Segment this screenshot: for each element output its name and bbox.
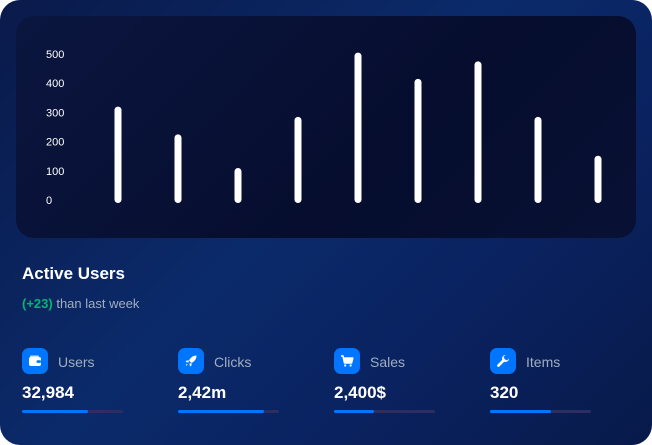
card-title: Active Users [22,264,126,283]
chart-bar [174,134,182,203]
progress-fill [334,410,375,413]
stat-label: Clicks [214,354,252,370]
y-tick-label: 0 [46,195,52,207]
y-tick-label: 400 [46,78,64,90]
progress-track [22,410,123,413]
stat-value: 2,42m [178,383,227,402]
chart-bar [414,78,422,203]
chart-bar [474,61,482,203]
chart-bar [234,167,242,203]
card-subtitle: (+23) than last week [22,296,139,311]
change-text: than last week [52,296,140,311]
y-tick-label: 200 [46,137,64,149]
wallet-icon [22,348,48,374]
active-users-card: 0 100 200 300 400 500 Active Users (+23) than… [0,0,652,445]
progress-fill [178,410,264,413]
stat-label: Sales [370,354,406,370]
stat-value: 32,984 [22,383,74,402]
bar-chart: 0 100 200 300 400 500 [16,16,636,238]
y-tick-label: 500 [46,49,64,61]
y-tick-label: 300 [46,107,64,119]
chart-bar [594,155,602,203]
progress-fill [22,410,88,413]
chart-bar [294,116,302,203]
y-tick-label: 100 [46,166,64,178]
progress-track [490,410,591,413]
progress-fill [490,410,551,413]
stat-value: 2,400$ [334,383,386,402]
change-value: (+23) [22,296,53,311]
chart-bar [534,116,542,203]
bar-chart-svg: 0 100 200 300 400 500 [46,49,602,207]
stat-label: Users [58,354,95,370]
rocket-icon [178,348,204,374]
stat-value: 320 [490,383,519,402]
chart-bar [354,52,362,204]
chart-bar [114,106,122,203]
progress-track [178,410,279,413]
stat-label: Items [526,354,561,370]
cart-icon [334,348,360,374]
wrench-icon [490,348,516,374]
progress-track [334,410,435,413]
